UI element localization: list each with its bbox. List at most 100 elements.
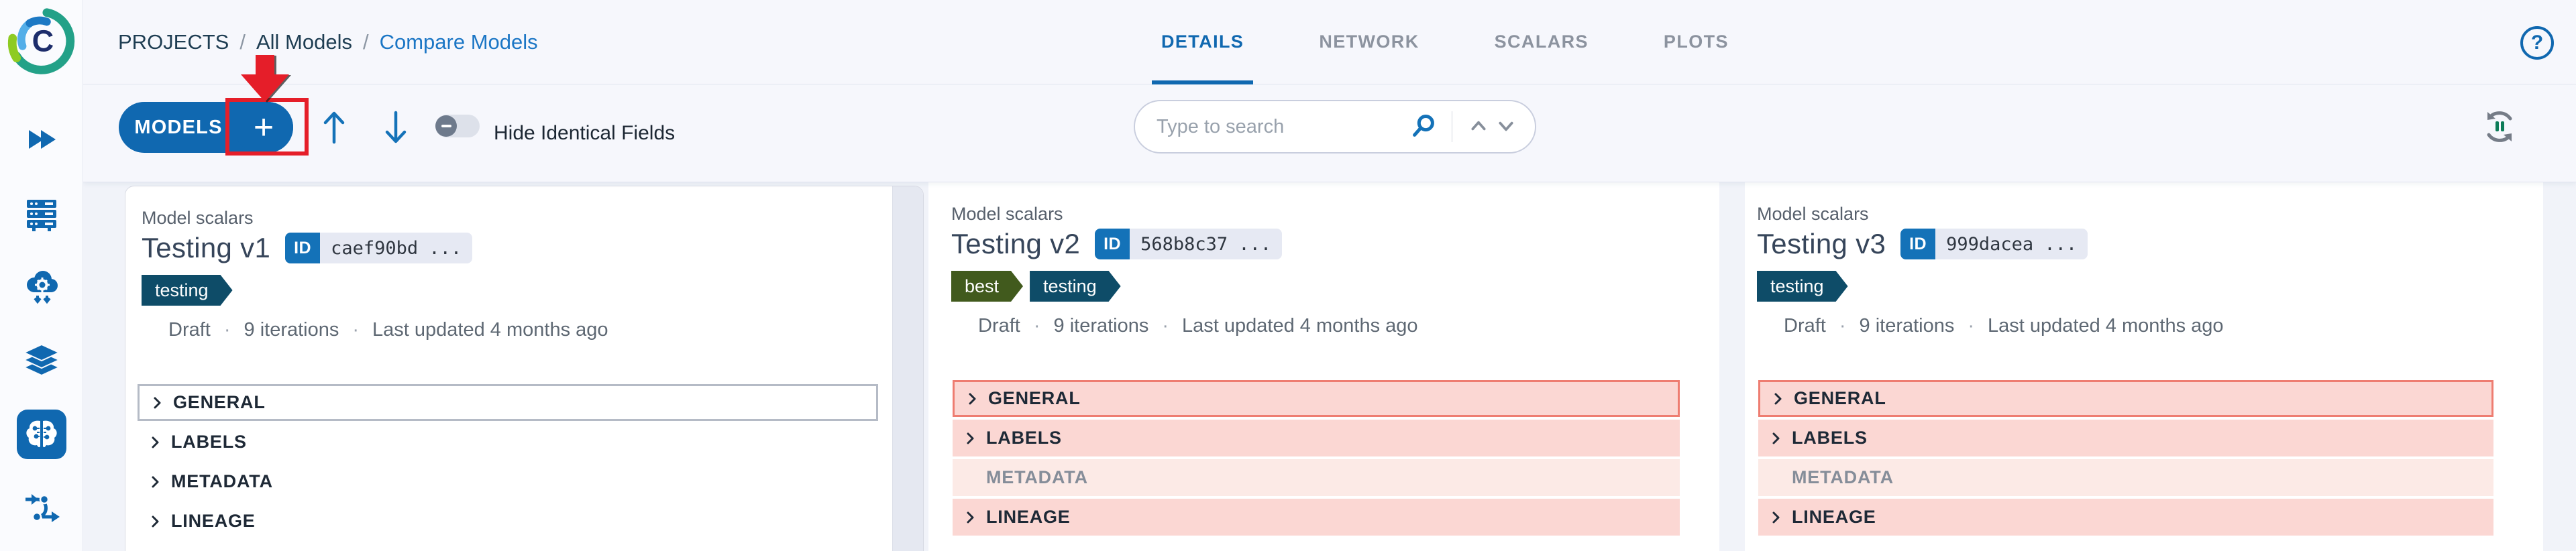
chevron-right-icon <box>1769 510 1782 525</box>
chevron-right-icon <box>148 435 162 450</box>
section-row-metadata[interactable]: METADATA <box>138 463 878 500</box>
search-input[interactable] <box>1157 116 1409 138</box>
id-value: 999dacea ... <box>1935 229 2088 259</box>
hide-identical-fields-toggle[interactable] <box>435 115 480 137</box>
auto-refresh-button[interactable] <box>2481 108 2518 145</box>
id-label: ID <box>1095 229 1130 259</box>
card-scrollbar[interactable] <box>892 186 923 551</box>
help-icon[interactable]: ? <box>2520 26 2554 60</box>
model-id-chip[interactable]: ID 568b8c37 ... <box>1095 229 1282 259</box>
section-row-general[interactable]: GENERAL <box>1758 380 2493 417</box>
model-card-testing-v2: Model scalars Testing v2 ID 568b8c37 ...… <box>928 182 1719 551</box>
section-label: LABELS <box>986 428 1062 448</box>
chevron-right-icon <box>148 475 162 489</box>
chevron-right-icon <box>963 431 977 446</box>
section-row-general[interactable]: GENERAL <box>953 380 1680 417</box>
section-row-labels[interactable]: LABELS <box>1758 420 2493 456</box>
section-label: METADATA <box>1792 467 1894 488</box>
section-row-lineage[interactable]: LINEAGE <box>138 503 878 540</box>
section-label: LINEAGE <box>171 511 256 532</box>
breadcrumb-separator: / <box>363 30 369 54</box>
sidebar-item-pipelines[interactable] <box>17 483 66 533</box>
tag-best: best <box>951 271 1023 302</box>
sidebar-item-queues[interactable] <box>17 188 66 238</box>
breadcrumb-all-models[interactable]: All Models <box>256 30 352 54</box>
tab-scalars[interactable]: SCALARS <box>1485 0 1598 84</box>
section-label: METADATA <box>171 471 273 492</box>
section-label: LABELS <box>171 432 247 452</box>
breadcrumb-compare-models: Compare Models <box>380 30 538 54</box>
sidebar-item-workers[interactable] <box>17 262 66 312</box>
tag-testing: testing <box>142 275 233 306</box>
section-label: LINEAGE <box>986 507 1071 528</box>
breadcrumb-projects[interactable]: PROJECTS <box>118 30 229 54</box>
section-row-labels[interactable]: LABELS <box>953 420 1680 456</box>
tag-testing: testing <box>1757 271 1848 302</box>
search-icon[interactable] <box>1409 112 1437 141</box>
chevron-down-icon <box>1495 117 1517 135</box>
section-row-metadata[interactable]: METADATA <box>953 459 1680 496</box>
add-model-plus-button[interactable]: + <box>234 102 293 153</box>
find-next-button[interactable] <box>1493 112 1520 141</box>
model-title: Testing v2 <box>951 228 1080 260</box>
section-row-metadata[interactable]: METADATA <box>1758 459 2493 496</box>
model-id-chip[interactable]: ID caef90bd ... <box>285 233 472 263</box>
card-subtitle: Model scalars <box>142 208 254 229</box>
section-label: GENERAL <box>988 388 1081 409</box>
tab-details[interactable]: DETAILS <box>1152 0 1253 84</box>
tab-plots[interactable]: PLOTS <box>1654 0 1738 84</box>
toggle-knob <box>435 115 457 137</box>
id-label: ID <box>1900 229 1935 259</box>
model-iterations: 9 iterations <box>1860 315 1955 337</box>
compare-toolbar: MODELS + Hide Identical Fields <box>83 84 2576 182</box>
sidebar-item-models[interactable] <box>17 410 66 459</box>
sidebar-item-datasets[interactable] <box>17 336 66 385</box>
pipeline-flow-icon <box>22 491 61 526</box>
card-subtitle: Model scalars <box>951 204 1063 225</box>
previous-diff-arrow-button[interactable] <box>319 109 349 147</box>
model-card-testing-v3: Model scalars Testing v3 ID 999dacea ...… <box>1745 182 2543 551</box>
models-button[interactable]: MODELS + <box>119 102 293 153</box>
section-label: GENERAL <box>173 392 266 413</box>
section-row-general[interactable]: GENERAL <box>138 384 878 421</box>
top-header: PROJECTS / All Models / Compare Models D… <box>83 0 2576 84</box>
breadcrumb: PROJECTS / All Models / Compare Models <box>118 0 538 84</box>
model-updated: Last updated 4 months ago <box>372 319 608 341</box>
sidebar-item-dashboard[interactable] <box>17 115 66 164</box>
section-label: GENERAL <box>1794 388 1886 409</box>
compare-content: Model scalars Testing v1 ID caef90bd ...… <box>83 182 2576 551</box>
models-button-label: MODELS <box>119 117 234 139</box>
section-label: METADATA <box>986 467 1088 488</box>
cloud-gear-icon <box>22 267 61 306</box>
chevron-right-icon <box>1769 431 1782 446</box>
meta-separator: · <box>1162 315 1169 337</box>
meta-separator: · <box>1839 315 1846 337</box>
model-card-testing-v1: Model scalars Testing v1 ID caef90bd ...… <box>125 186 924 551</box>
section-label: LABELS <box>1792 428 1868 448</box>
clearml-logo-icon[interactable]: C <box>6 5 77 76</box>
chevron-right-icon <box>148 514 162 529</box>
tab-network[interactable]: NETWORK <box>1309 0 1428 84</box>
model-id-chip[interactable]: ID 999dacea ... <box>1900 229 2088 259</box>
section-row-lineage[interactable]: LINEAGE <box>953 499 1680 536</box>
layers-icon <box>22 343 61 378</box>
chevron-right-icon <box>963 510 977 525</box>
model-status: Draft <box>1784 315 1826 337</box>
model-iterations: 9 iterations <box>244 319 339 341</box>
model-title: Testing v3 <box>1757 228 1886 260</box>
section-row-lineage[interactable]: LINEAGE <box>1758 499 2493 536</box>
next-diff-arrow-button[interactable] <box>381 109 411 147</box>
section-row-labels[interactable]: LABELS <box>138 424 878 461</box>
model-updated: Last updated 4 months ago <box>1182 315 1417 337</box>
auto-refresh-pause-icon <box>2481 108 2518 145</box>
chevron-right-icon <box>965 391 979 406</box>
server-rack-icon <box>23 194 60 232</box>
find-previous-button[interactable] <box>1464 112 1492 141</box>
chevron-right-icon <box>1771 391 1784 406</box>
chevron-right-icon <box>150 395 164 410</box>
section-label: LINEAGE <box>1792 507 1876 528</box>
meta-separator: · <box>352 319 359 341</box>
model-status: Draft <box>978 315 1020 337</box>
meta-separator: · <box>224 319 231 341</box>
arrow-down-icon <box>382 109 409 146</box>
